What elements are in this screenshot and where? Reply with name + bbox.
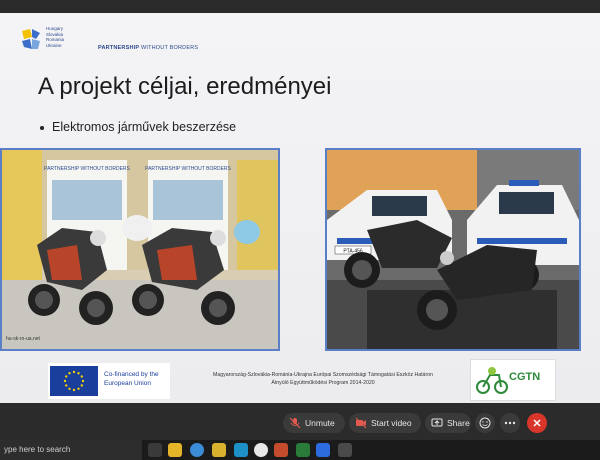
program-description: Magyarország-Szlovákia-Románia-Ukrajna E… bbox=[178, 371, 468, 387]
eu-text-line-1: Co-financed by the bbox=[104, 371, 159, 378]
bullet-item: Elektromos járművek beszerzése bbox=[40, 120, 236, 134]
banner-left-text: PARTNERSHIP WITHOUT BORDERS bbox=[44, 166, 130, 172]
eu-cofinance-text: Co-financed by the European Union bbox=[104, 370, 159, 388]
windows-taskbar: ype here to search bbox=[0, 440, 600, 460]
edge-browser-icon[interactable] bbox=[190, 443, 204, 457]
close-icon bbox=[533, 419, 541, 427]
eu-cofinance-logo: Co-financed by the European Union bbox=[48, 363, 170, 399]
excel-icon[interactable] bbox=[296, 443, 310, 457]
more-options-button[interactable] bbox=[500, 413, 520, 433]
more-dots-icon bbox=[504, 421, 516, 425]
police-vehicles-illustration: PTA-456 bbox=[327, 150, 579, 349]
eu-flag-icon bbox=[50, 366, 98, 396]
task-view-icon[interactable] bbox=[148, 443, 162, 457]
program-logo-text: Hungary Slovakia Romania Ukraine bbox=[46, 26, 64, 48]
reactions-button[interactable] bbox=[475, 413, 495, 433]
share-label: Share bbox=[447, 418, 470, 428]
taskbar-search-input[interactable]: ype here to search bbox=[0, 440, 142, 460]
chrome-icon[interactable] bbox=[254, 443, 268, 457]
cgtn-logo: CGTN bbox=[470, 359, 556, 401]
partnership-rest: WITHOUT BORDERS bbox=[139, 45, 199, 51]
folder-icon[interactable] bbox=[212, 443, 226, 457]
photo-site-text: hu-sk-ro-ua.net bbox=[6, 336, 41, 342]
cgtn-scooter-icon bbox=[476, 367, 508, 394]
leave-call-button[interactable] bbox=[527, 413, 547, 433]
logo-line-1: Hungary bbox=[46, 26, 64, 31]
partnership-tagline: PARTNERSHIP WITHOUT BORDERS bbox=[98, 45, 198, 51]
camera-off-icon bbox=[355, 417, 367, 429]
program-logo-icon bbox=[22, 29, 40, 49]
program-line-2: Átnyúló Együttműködési Program 2014-2020 bbox=[271, 380, 375, 386]
share-button[interactable]: Share bbox=[425, 413, 471, 433]
powerpoint-icon[interactable] bbox=[274, 443, 288, 457]
slide-title: A projekt céljai, eredményei bbox=[38, 73, 332, 100]
photo-police-vehicles: PTA-456 bbox=[325, 148, 581, 351]
zoom-app-icon[interactable] bbox=[316, 443, 330, 457]
window-top-strip bbox=[0, 0, 600, 13]
smiley-icon bbox=[479, 417, 491, 429]
partnership-bold: PARTNERSHIP bbox=[98, 45, 140, 51]
microphone-off-icon bbox=[289, 417, 301, 429]
presentation-slide: Hungary Slovakia Romania Ukraine PARTNER… bbox=[0, 13, 600, 403]
eu-text-line-2: European Union bbox=[104, 380, 151, 387]
logo-line-4: Ukraine bbox=[46, 42, 62, 48]
program-line-1: Magyarország-Szlovákia-Románia-Ukrajna E… bbox=[213, 372, 433, 378]
motorcycles-illustration: PARTNERSHIP WITHOUT BORDERS PARTNERSHIP … bbox=[2, 150, 278, 349]
start-video-label: Start video bbox=[371, 418, 412, 428]
mail-icon[interactable] bbox=[234, 443, 248, 457]
start-video-button[interactable]: Start video bbox=[349, 413, 421, 433]
unmute-label: Unmute bbox=[305, 418, 335, 428]
file-explorer-icon[interactable] bbox=[168, 443, 182, 457]
app-icon[interactable] bbox=[338, 443, 352, 457]
cgtn-label: CGTN bbox=[509, 371, 541, 383]
unmute-button[interactable]: Unmute bbox=[283, 413, 345, 433]
photo-electric-motorcycles: PARTNERSHIP WITHOUT BORDERS PARTNERSHIP … bbox=[0, 148, 280, 351]
banner-right-text: PARTNERSHIP WITHOUT BORDERS bbox=[145, 166, 231, 172]
share-screen-icon bbox=[431, 418, 443, 427]
bullet-dot-icon bbox=[40, 125, 44, 130]
bullet-text: Elektromos járművek beszerzése bbox=[52, 120, 237, 134]
meeting-control-bar: Unmute Start video Share bbox=[0, 403, 600, 440]
logo-line-3: Romania bbox=[46, 37, 65, 42]
